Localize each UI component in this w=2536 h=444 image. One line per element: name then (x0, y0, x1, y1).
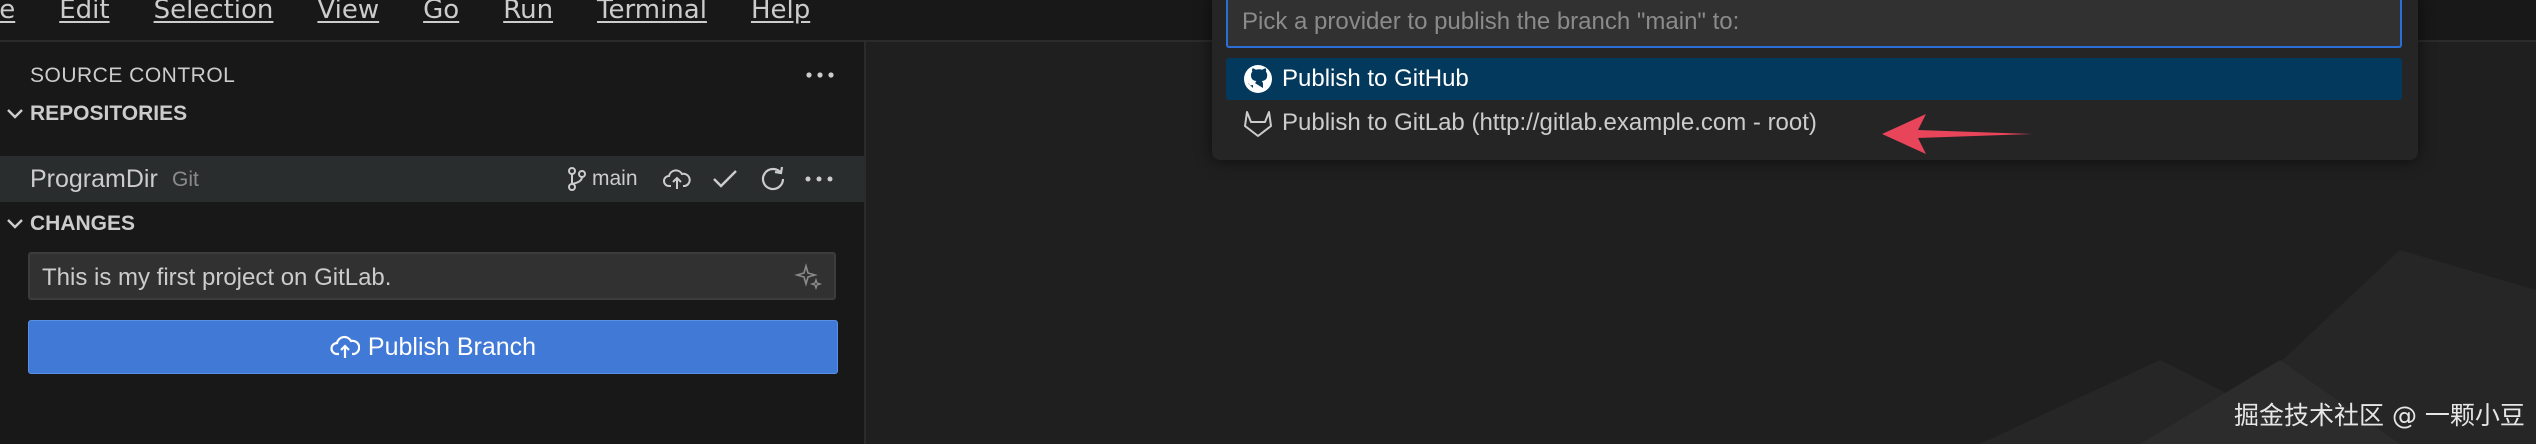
more-actions-icon[interactable] (800, 60, 840, 90)
cloud-upload-icon[interactable] (660, 164, 694, 194)
repository-row[interactable]: ProgramDir Git main (0, 156, 864, 202)
menu-help[interactable]: Help (729, 0, 832, 24)
menu-selection[interactable]: Selection (132, 0, 296, 24)
publish-branch-button[interactable]: Publish Branch (28, 320, 838, 374)
changes-title: CHANGES (30, 212, 136, 235)
quick-pick-item-gitlab[interactable]: Publish to GitLab (http://gitlab.example… (1226, 102, 2402, 144)
cloud-upload-icon (330, 335, 360, 358)
repo-type: Git (172, 168, 199, 191)
source-control-title: SOURCE CONTROL (30, 64, 236, 87)
menu-file[interactable]: le (0, 0, 37, 24)
quick-pick-input[interactable]: Pick a provider to publish the branch "m… (1226, 0, 2402, 48)
quick-pick-item-label: Publish to GitLab (http://gitlab.example… (1282, 109, 1817, 136)
quick-pick-dialog: Pick a provider to publish the branch "m… (1212, 0, 2418, 160)
source-control-sidebar: SOURCE CONTROL REPOSITORIES ProgramDir G… (0, 42, 866, 444)
menu-view[interactable]: View (295, 0, 401, 24)
branch-label: main (592, 167, 638, 190)
repositories-section-header[interactable]: REPOSITORIES (0, 96, 187, 132)
chevron-down-icon (0, 96, 30, 132)
chevron-down-icon (0, 206, 30, 242)
menu-edit[interactable]: Edit (37, 0, 131, 24)
github-icon (1240, 61, 1276, 97)
changes-section-header[interactable]: CHANGES (0, 206, 135, 242)
menu-run[interactable]: Run (481, 0, 575, 24)
commit-message-text: This is my first project on GitLab. (42, 264, 392, 291)
quick-pick-item-label: Publish to GitHub (1282, 65, 1469, 92)
repositories-title: REPOSITORIES (30, 102, 188, 125)
menu-terminal[interactable]: Terminal (575, 0, 729, 24)
menu-go[interactable]: Go (401, 0, 481, 24)
commit-check-icon[interactable] (708, 164, 742, 194)
commit-message-input[interactable]: This is my first project on GitLab. (28, 252, 836, 300)
git-branch-icon (568, 167, 586, 191)
publish-branch-label: Publish Branch (367, 332, 537, 361)
branch-selector[interactable]: main (566, 164, 638, 194)
repo-more-icon[interactable] (802, 164, 836, 194)
gitlab-icon (1240, 105, 1276, 141)
watermark-text: 掘金技术社区 @ 一颗小豆 (2234, 401, 2525, 430)
refresh-icon[interactable] (756, 164, 790, 194)
annotation-arrow-icon (1882, 114, 2032, 154)
repo-name: ProgramDir (30, 164, 158, 193)
sparkle-icon[interactable] (794, 262, 824, 292)
quick-pick-item-github[interactable]: Publish to GitHub (1226, 58, 2402, 100)
quick-pick-placeholder: Pick a provider to publish the branch "m… (1242, 8, 1740, 35)
